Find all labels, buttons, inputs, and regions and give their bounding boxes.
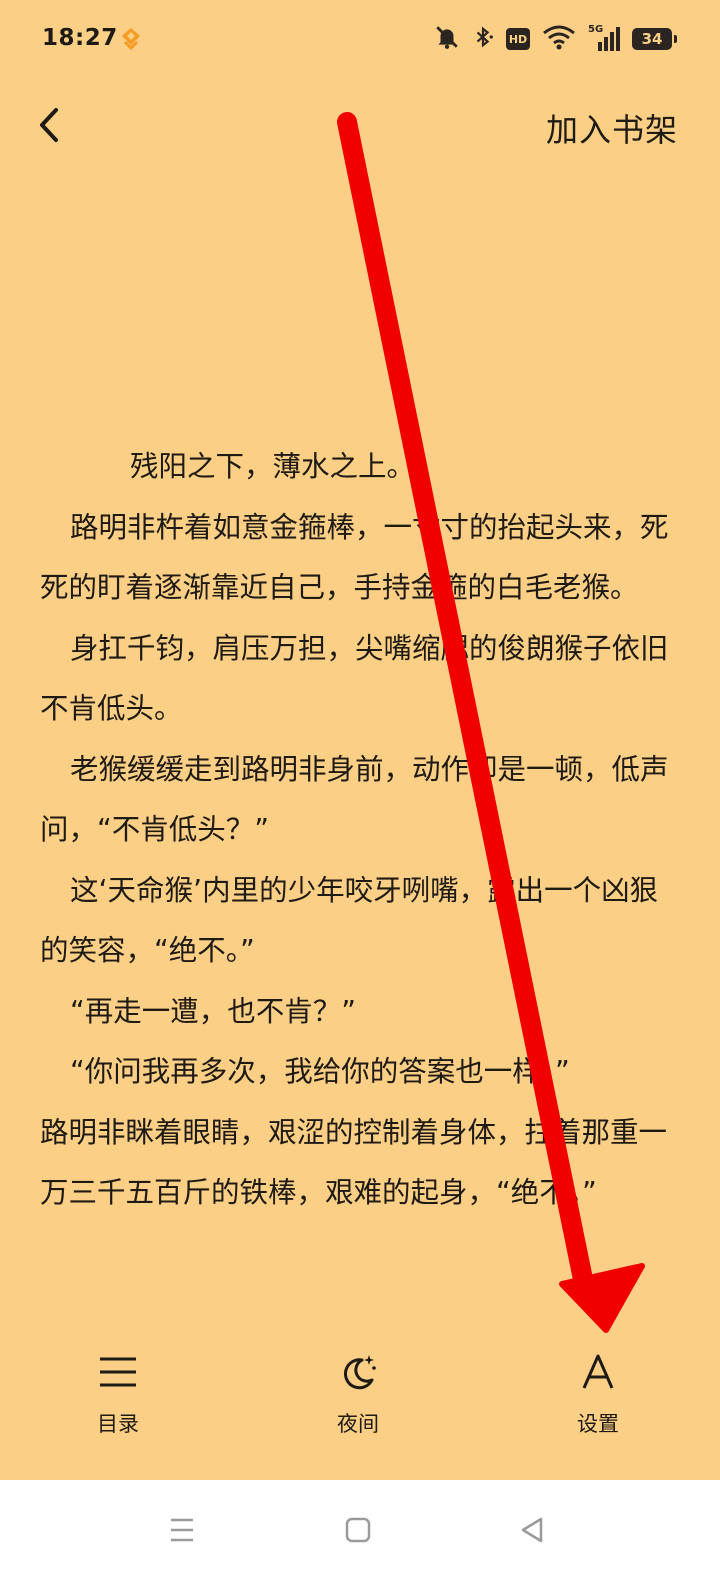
settings-label: 设置: [577, 1412, 619, 1436]
paragraph: 这‘天命猴’内里的少年咬牙咧嘴，露出一个凶狠的笑容，“绝不。”: [40, 873, 659, 968]
system-navigation-bar: [0, 1480, 720, 1584]
back-button[interactable]: [30, 102, 70, 148]
paragraph: 身扛千钧，肩压万担，尖嘴缩腮的俊朗猴子依旧不肯低头。: [40, 631, 669, 726]
mute-bell-icon: [434, 24, 460, 54]
night-mode-label: 夜间: [337, 1412, 379, 1436]
bluetooth-icon: [472, 24, 494, 54]
add-to-bookshelf-button[interactable]: 加入书架: [546, 105, 678, 151]
paragraph: “你问我再多次，我给你的答案也一样。”: [70, 1055, 570, 1088]
back-nav-button[interactable]: [512, 1510, 552, 1550]
paragraph: “再走一遭，也不肯？”: [70, 994, 357, 1028]
back-triangle-icon: [521, 1517, 543, 1543]
status-icons: HD 5G 34: [434, 22, 677, 56]
status-time: 18:27: [42, 25, 118, 51]
moon-stars-icon: [336, 1350, 380, 1394]
paragraph: 路明非杵着如意金箍棒，一寸寸的抬起头来，死死的盯着逐渐靠近自己，手持金箍的白毛老…: [40, 510, 669, 605]
battery-icon: 34: [632, 28, 677, 50]
home-button[interactable]: [338, 1510, 378, 1550]
paragraph: 路明非眯着眼睛，艰涩的控制着身体，拄着那重一万三千五百斤的铁棒，艰难的起身，“绝…: [40, 1115, 668, 1210]
home-square-icon: [345, 1517, 371, 1543]
menu-list-icon: [96, 1350, 140, 1394]
paragraph: 残阳之下，薄水之上。: [130, 450, 416, 483]
hd-voice-icon: HD: [506, 28, 530, 50]
chevron-left-icon: [40, 108, 58, 142]
wifi-icon: [542, 24, 576, 54]
recent-apps-icon: [171, 1518, 193, 1542]
reader-bottom-toolbar: 目录 夜间 设置: [0, 1340, 720, 1480]
recent-apps-button[interactable]: [162, 1510, 202, 1550]
night-mode-button[interactable]: 夜间: [298, 1350, 418, 1440]
catalog-button[interactable]: 目录: [58, 1350, 178, 1440]
reader-content: 残阳之下，薄水之上。 路明非杵着如意金箍棒，一寸寸的抬起头来，死死的盯着逐渐靠近…: [40, 437, 676, 1224]
settings-button[interactable]: 设置: [538, 1350, 658, 1440]
app-notification-icon: [119, 26, 143, 54]
font-a-icon: [576, 1350, 620, 1394]
cellular-signal-icon: 5G: [588, 24, 620, 52]
status-bar: 18:27 HD 5G 34: [0, 0, 720, 80]
paragraph: 老猴缓缓走到路明非身前，动作却是一顿，低声问，“不肯低头？”: [40, 752, 669, 847]
catalog-label: 目录: [97, 1412, 139, 1436]
